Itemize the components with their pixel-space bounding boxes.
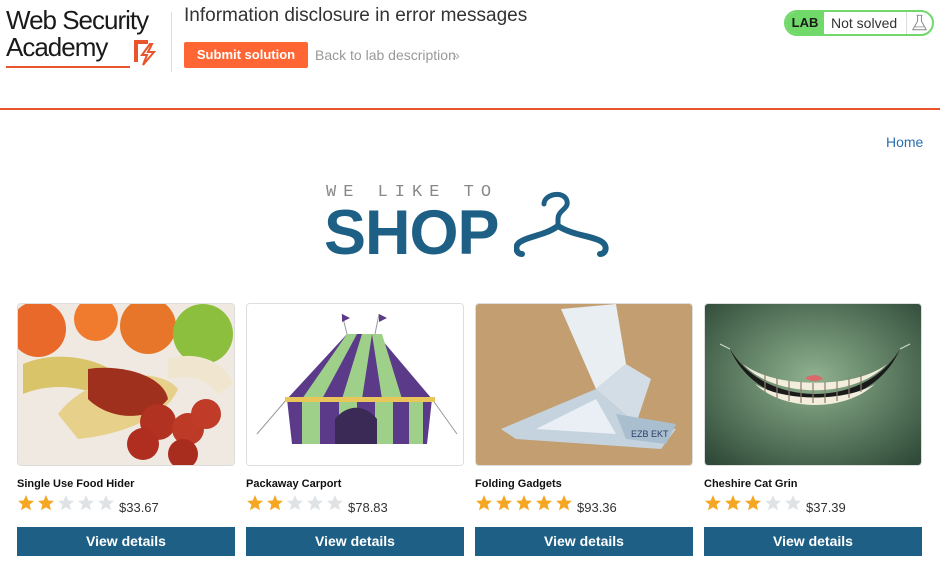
lab-title: Information disclosure in error messages [184,5,528,26]
star-rating [246,494,346,514]
product-image [704,303,922,466]
flask-icon [906,12,928,34]
star-filled-icon [536,495,552,511]
logo-underline [6,66,130,68]
star-filled-icon [247,495,263,511]
svg-text:EZB EKT: EZB EKT [631,429,669,439]
star-filled-icon [516,495,532,511]
product-image [246,303,464,466]
star-empty-icon [98,495,114,511]
home-link[interactable]: Home [886,134,923,150]
star-filled-icon [476,495,492,511]
lab-status-text: Not solved [831,15,898,31]
view-details-button[interactable]: View details [246,527,464,556]
star-empty-icon [78,495,94,511]
banner-word: SHOP [324,198,500,268]
product-image: EZB EKT [475,303,693,466]
submit-solution-button[interactable]: Submit solution [184,42,308,68]
web-security-academy-logo[interactable]: Web Security Academy [6,6,168,68]
star-empty-icon [327,495,343,511]
star-empty-icon [765,495,781,511]
product-card: Packaway Carport $78.83 View details [246,303,464,557]
coat-hanger-icon [514,191,609,257]
lab-status-widget: LAB Not solved [784,10,934,36]
star-empty-icon [307,495,323,511]
lab-badge: LAB [786,12,824,34]
star-filled-icon [267,495,283,511]
product-card: Single Use Food Hider $33.67 View detail… [17,303,235,557]
logo-line2: Academy [6,32,108,62]
star-rating [17,494,117,514]
header-divider [171,12,172,72]
product-price: $78.83 [348,500,388,515]
star-rating [704,494,804,514]
product-name: Cheshire Cat Grin [704,478,798,490]
star-filled-icon [556,495,572,511]
star-empty-icon [287,495,303,511]
star-filled-icon [38,495,54,511]
academy-header: Web Security Academy Information disclos… [0,0,940,110]
star-empty-icon [58,495,74,511]
star-rating [475,494,575,514]
view-details-button[interactable]: View details [704,527,922,556]
product-price: $93.36 [577,500,617,515]
product-price: $37.39 [806,500,846,515]
product-name: Folding Gadgets [475,478,562,490]
product-price: $33.67 [119,500,159,515]
product-name: Single Use Food Hider [17,478,135,490]
view-details-button[interactable]: View details [475,527,693,556]
product-card: Cheshire Cat Grin $37.39 View details [704,303,922,557]
product-image [17,303,235,466]
view-details-button[interactable]: View details [17,527,235,556]
star-filled-icon [725,495,741,511]
product-name: Packaway Carport [246,478,342,490]
star-filled-icon [18,495,34,511]
star-filled-icon [496,495,512,511]
double-chevron-right-icon: » [452,47,460,63]
star-empty-icon [785,495,801,511]
logo-line1: Web Security [6,5,149,35]
header-orange-rule [0,108,940,110]
back-to-lab-description-link[interactable]: Back to lab description [315,47,456,63]
star-filled-icon [745,495,761,511]
we-like-to-shop-banner: WE LIKE TO SHOP [324,182,616,268]
product-card: EZB EKT Folding Gadgets $93.36 View deta… [475,303,693,557]
star-filled-icon [705,495,721,511]
lightning-bolt-icon [134,40,157,66]
